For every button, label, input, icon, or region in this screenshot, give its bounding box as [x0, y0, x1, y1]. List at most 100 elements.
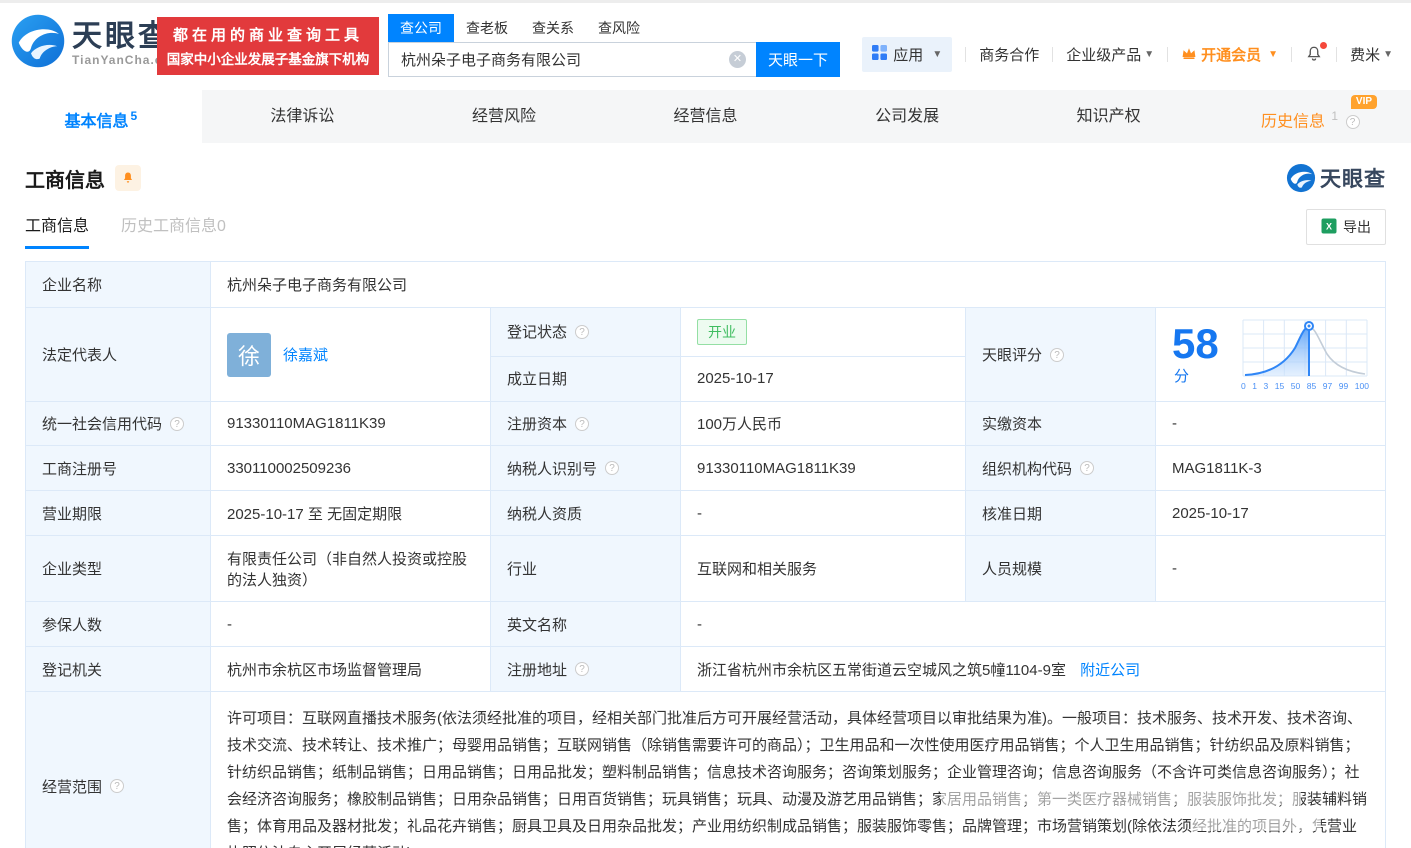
field-label: 企业类型	[25, 535, 211, 602]
company-name-value: 杭州朵子电子商务有限公司	[210, 261, 1386, 308]
user-menu[interactable]: 费米 ▼	[1350, 44, 1393, 65]
industry-value: 互联网和相关服务	[680, 535, 966, 602]
field-label: 人员规模	[965, 535, 1156, 602]
legal-rep-cell: 徐 徐嘉斌	[210, 307, 491, 402]
table-row: 营业期限 2025-10-17 至 无固定期限 纳税人资质 - 核准日期 202…	[25, 490, 1386, 536]
reg-number-value: 330110002509236	[210, 445, 491, 491]
score-cell: 58分 0 1 3 15 50 85 97 99 100	[1155, 307, 1386, 402]
tab-operation-risk[interactable]: 经营风险	[403, 90, 605, 143]
company-type-value: 有限责任公司（非自然人投资或控股的法人独资）	[210, 535, 491, 602]
export-button[interactable]: X 导出	[1306, 209, 1386, 245]
promo-line2: 国家中小企业发展子基金旗下机构	[166, 52, 370, 67]
help-icon[interactable]: ?	[575, 416, 590, 431]
search-tabs: 查公司 查老板 查关系 查风险	[388, 14, 840, 42]
search-tab-company[interactable]: 查公司	[388, 14, 454, 42]
tab-legal-proceedings[interactable]: 法律诉讼	[202, 90, 404, 143]
field-label: 注册资本?	[490, 401, 681, 446]
apps-menu[interactable]: 应用 ▼	[862, 37, 953, 72]
search-tab-boss[interactable]: 查老板	[454, 14, 520, 42]
crown-icon	[1181, 46, 1197, 64]
reg-address-value: 浙江省杭州市余杭区五常街道云空城风之筑5幢1104-9室	[697, 661, 1066, 679]
field-label: 成立日期	[490, 355, 681, 403]
tab-history-info[interactable]: VIP 历史信息 1 ?	[1209, 90, 1411, 143]
search-tab-risk[interactable]: 查风险	[586, 14, 652, 42]
tab-label: 知识产权	[1076, 108, 1141, 125]
notification-dot	[1320, 41, 1328, 49]
field-label: 组织机构代码?	[965, 445, 1156, 491]
divider	[965, 47, 967, 62]
field-label: 天眼评分?	[965, 307, 1156, 402]
tab-label: 经营信息	[673, 108, 738, 125]
help-icon[interactable]: ?	[575, 324, 590, 339]
main-content: 工商信息 天眼查 工商信息 历史工商信息0 X 导出 企业名称 杭州朵子电子商务…	[0, 163, 1411, 848]
divider	[1336, 47, 1338, 62]
watermark-logo-text: 天眼查	[1320, 168, 1386, 191]
score-axis-ticks: 01 3 15 50 85 97 99 100	[1241, 381, 1369, 391]
field-label: 统一社会信用代码?	[25, 401, 211, 446]
vip-upgrade-menu[interactable]: 开通会员 ▼	[1181, 44, 1278, 65]
staff-size-value: -	[1155, 535, 1386, 602]
score-value: 58	[1172, 320, 1219, 367]
tab-operation-info[interactable]: 经营信息	[605, 90, 807, 143]
promo-banner: 都在用的商业查询工具 国家中小企业发展子基金旗下机构	[157, 17, 379, 75]
tab-label: 经营风险	[471, 108, 536, 125]
help-icon[interactable]: ?	[170, 416, 185, 431]
cooperation-link[interactable]: 商务合作	[979, 44, 1039, 65]
site-header: 天眼查 TianYanCha.com 都在用的商业查询工具 国家中小企业发展子基…	[0, 3, 1411, 90]
enterprise-menu[interactable]: 企业级产品 ▼	[1066, 44, 1154, 65]
credit-code-value: 91330110MAG1811K39	[210, 401, 491, 446]
help-icon[interactable]: ?	[1080, 461, 1095, 475]
business-term-value: 2025-10-17 至 无固定期限	[210, 490, 491, 536]
tab-count: 5	[130, 109, 138, 123]
reg-capital-value: 100万人民币	[680, 401, 966, 446]
export-label: 导出	[1343, 219, 1371, 235]
table-row: 工商注册号 330110002509236 纳税人识别号? 91330110MA…	[25, 445, 1386, 491]
legal-rep-link[interactable]: 徐嘉斌	[283, 344, 328, 365]
tab-intellectual-property[interactable]: 知识产权	[1008, 90, 1210, 143]
help-icon[interactable]: ?	[1050, 347, 1065, 362]
tab-label: 基本信息	[64, 113, 129, 131]
reg-authority-value: 杭州市余杭区市场监督管理局	[210, 646, 491, 692]
legal-rep-avatar[interactable]: 徐	[227, 332, 271, 377]
chevron-down-icon: ▼	[1383, 49, 1393, 60]
insured-count-value: -	[210, 601, 491, 647]
notifications-bell-icon[interactable]	[1305, 41, 1328, 67]
search-tab-relation[interactable]: 查关系	[520, 14, 586, 42]
field-label: 登记机关	[25, 646, 211, 692]
divider	[1291, 47, 1293, 62]
search-input[interactable]	[388, 42, 756, 77]
header-menu: 应用 ▼ 商务合作 企业级产品 ▼ 开通会员 ▼ 费米 ▼	[862, 37, 1393, 72]
english-name-value: -	[680, 601, 1386, 647]
help-icon[interactable]: ?	[110, 779, 125, 793]
tab-label: 公司发展	[875, 108, 940, 125]
subtab-business-info[interactable]: 工商信息	[25, 212, 90, 249]
tianyancha-logo-icon	[10, 13, 66, 74]
monitor-bell-button[interactable]	[115, 165, 141, 191]
org-code-value: MAG1811K-3	[1155, 445, 1386, 491]
field-label: 纳税人识别号?	[490, 445, 681, 491]
field-label: 注册地址?	[490, 646, 681, 692]
nearby-companies-link[interactable]: 附近公司	[1080, 662, 1140, 679]
tab-basic-info[interactable]: 基本信息 5	[0, 90, 202, 143]
divider	[1167, 47, 1169, 62]
reg-status-cell: 开业	[680, 307, 966, 357]
search-button[interactable]: 天眼一下	[756, 42, 840, 77]
tab-company-development[interactable]: 公司发展	[806, 90, 1008, 143]
help-icon[interactable]: ?	[575, 662, 590, 676]
business-scope-value: 许可项目：互联网直播技术服务(依法须经批准的项目，经相关部门批准后方可开展经营活…	[227, 710, 1368, 848]
tab-count: 1	[1331, 109, 1339, 123]
help-icon[interactable]: ?	[605, 461, 620, 475]
clear-search-icon[interactable]: ✕	[729, 51, 746, 68]
approval-date-value: 2025-10-17	[1155, 490, 1386, 536]
vip-label: 开通会员	[1201, 47, 1262, 64]
table-row: 统一社会信用代码? 91330110MAG1811K39 注册资本? 100万人…	[25, 401, 1386, 446]
taxpayer-qual-value: -	[680, 490, 966, 536]
field-label: 英文名称	[490, 601, 681, 647]
field-label: 行业	[490, 535, 681, 602]
field-label: 经营范围?	[25, 691, 211, 848]
field-label: 营业期限	[25, 490, 211, 536]
help-icon[interactable]: ?	[1345, 115, 1360, 130]
username: 费米	[1350, 47, 1381, 64]
subtab-history-business-info[interactable]: 历史工商信息0	[121, 212, 226, 249]
reg-address-cell: 浙江省杭州市余杭区五常街道云空城风之筑5幢1104-9室 附近公司	[680, 646, 1386, 692]
